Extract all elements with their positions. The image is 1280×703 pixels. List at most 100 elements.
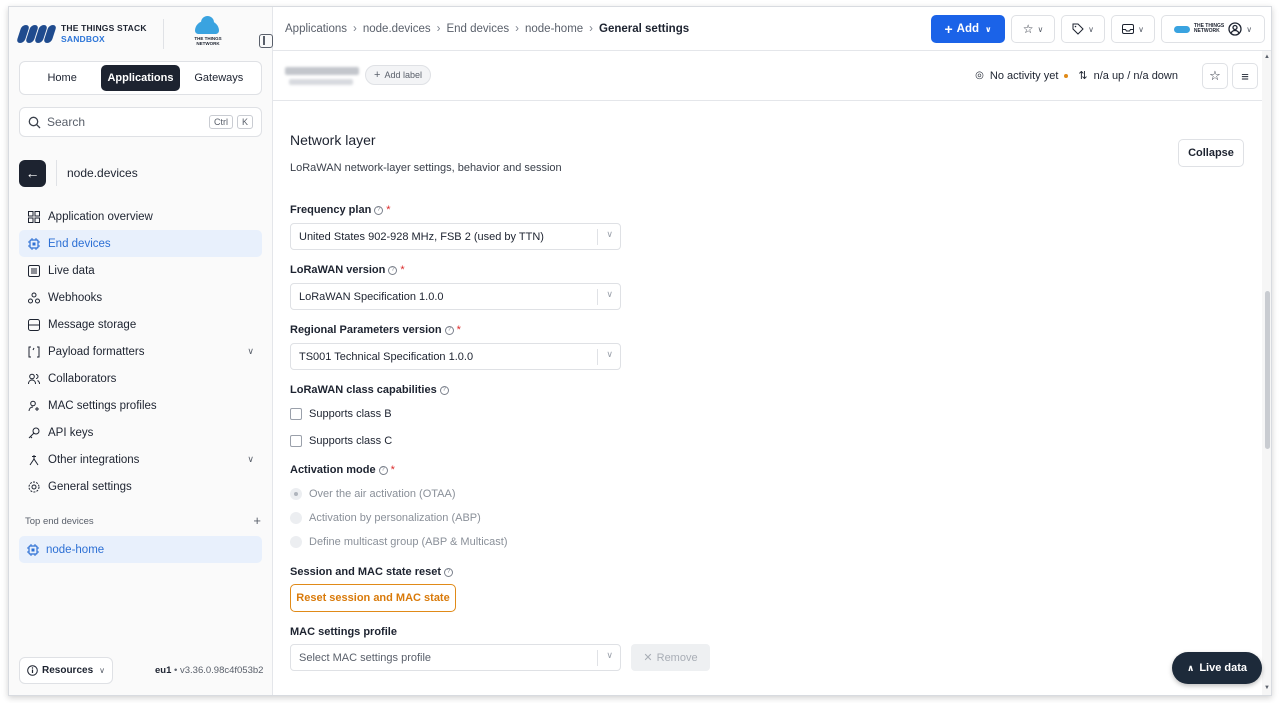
search-icon — [28, 116, 41, 128]
chevron-down-icon: ∨ — [606, 650, 613, 660]
lorawan-version-select[interactable]: LoRaWAN Specification 1.0.0 ∨ — [290, 283, 621, 310]
breadcrumb-end-devices[interactable]: End devices — [446, 23, 509, 35]
regional-params-select[interactable]: TS001 Technical Specification 1.0.0 ∨ — [290, 343, 621, 370]
required-marker: * — [386, 204, 391, 216]
top-device-item[interactable]: node-home — [19, 536, 262, 563]
frequency-plan-select[interactable]: United States 902-928 MHz, FSB 2 (used b… — [290, 223, 621, 250]
live-data-button[interactable]: ∧ Live data — [1172, 652, 1262, 684]
scroll-down-icon[interactable]: ▼ — [1264, 685, 1270, 691]
users-icon — [27, 372, 41, 386]
sidebar: THE THINGS STACK SANDBOX THE THINGS NETWO… — [9, 7, 273, 695]
device-menu-button[interactable]: ≡ — [1232, 63, 1258, 89]
reset-session-button[interactable]: Reset session and MAC state — [290, 584, 456, 612]
sidebar-collapse-icon[interactable] — [259, 34, 273, 48]
help-icon[interactable]: ? — [439, 385, 449, 395]
sidebar-item-webhooks[interactable]: Webhooks — [19, 284, 262, 311]
webhook-icon — [27, 291, 41, 305]
supports-class-b-checkbox[interactable]: Supports class B — [290, 408, 392, 420]
chevron-down-icon[interactable]: ∨ — [247, 346, 254, 357]
scroll-thumb[interactable] — [1265, 291, 1270, 449]
key-icon — [27, 426, 41, 440]
sidebar-item-payload-formatters[interactable]: Payload formatters ∨ — [19, 338, 262, 365]
tags-button[interactable]: ∨ — [1061, 15, 1105, 43]
resources-button[interactable]: Resources ∨ — [19, 657, 113, 684]
breadcrumb-application[interactable]: node.devices — [363, 23, 431, 35]
signal-icon: ◎ — [975, 70, 984, 81]
main-content: Network layer LoRaWAN network-layer sett… — [273, 102, 1262, 695]
chip-icon — [27, 543, 39, 556]
profile-button[interactable]: THE THINGS NETWORK ∨ — [1161, 15, 1265, 43]
supports-class-c-checkbox[interactable]: Supports class C — [290, 435, 392, 447]
help-icon[interactable]: ? — [388, 265, 398, 275]
chevron-down-icon: ∨ — [99, 666, 105, 675]
plus-icon: + — [374, 69, 381, 81]
sidebar-item-api-keys[interactable]: API keys — [19, 419, 262, 446]
remove-mac-profile-button[interactable]: ✕ Remove — [631, 644, 710, 671]
version-info: eu1 • v3.36.0.98c4f053b2 — [155, 665, 264, 676]
activation-mode-label: Activation mode? * — [290, 464, 395, 476]
mac-profile-select[interactable]: Select MAC settings profile ∨ — [290, 644, 621, 671]
user-plus-icon — [27, 399, 41, 413]
star-icon: ☆ — [1209, 68, 1221, 83]
sidebar-item-collaborators[interactable]: Collaborators — [19, 365, 262, 392]
sidebar-nav: Application overview End devices Live da… — [19, 203, 262, 500]
top-end-devices-header: Top end devices + — [25, 513, 261, 528]
required-marker: * — [390, 464, 395, 476]
chevron-down-icon: ∨ — [1037, 24, 1044, 34]
chevron-down-icon: ∨ — [1246, 24, 1253, 34]
breadcrumb-applications[interactable]: Applications — [285, 23, 347, 35]
sidebar-item-other-integrations[interactable]: Other integrations ∨ — [19, 446, 262, 473]
activation-abp-radio[interactable]: Activation by personalization (ABP) — [290, 512, 481, 524]
regional-params-label: Regional Parameters version? * — [290, 324, 461, 336]
breadcrumb-device[interactable]: node-home — [525, 23, 583, 35]
menu-icon: ≡ — [1241, 68, 1249, 84]
brand-logo[interactable]: THE THINGS STACK SANDBOX THE THINGS NETWO… — [16, 16, 273, 51]
add-label-button[interactable]: + Add label — [365, 65, 431, 85]
help-icon[interactable]: ? — [444, 325, 454, 335]
arrow-left-icon[interactable]: ← — [19, 159, 46, 187]
chevron-down-icon: ∨ — [606, 289, 613, 299]
help-icon[interactable]: ? — [378, 465, 388, 475]
braces-icon — [27, 345, 41, 359]
sidebar-item-message-storage[interactable]: Message storage — [19, 311, 262, 338]
chevron-up-icon: ∧ — [1187, 662, 1195, 673]
inbox-icon — [1122, 24, 1135, 34]
tab-home[interactable]: Home — [23, 65, 101, 91]
list-icon — [27, 264, 41, 278]
shortcut-key: K — [236, 115, 253, 129]
collapse-button[interactable]: Collapse — [1178, 139, 1244, 167]
help-icon[interactable]: ? — [444, 567, 453, 577]
device-name-redacted — [285, 67, 359, 75]
logo-divider — [163, 19, 164, 49]
chevron-down-icon: ∨ — [1138, 24, 1144, 34]
session-reset-label: Session and MAC state reset? — [290, 566, 453, 578]
scroll-up-icon[interactable]: ▲ — [1264, 54, 1270, 60]
gear-icon — [27, 480, 41, 494]
add-button[interactable]: + Add ∨ — [931, 15, 1005, 43]
breadcrumb-current: General settings — [599, 22, 690, 35]
activation-otaa-radio[interactable]: Over the air activation (OTAA) — [290, 488, 456, 500]
tab-gateways[interactable]: Gateways — [180, 65, 258, 91]
sidebar-item-general-settings[interactable]: General settings — [19, 473, 262, 500]
tab-applications[interactable]: Applications — [101, 65, 180, 91]
scrollbar[interactable]: ▲ ▼ — [1262, 51, 1271, 695]
help-icon[interactable]: ? — [374, 205, 384, 215]
plus-icon[interactable]: + — [253, 513, 261, 528]
sidebar-item-live-data[interactable]: Live data — [19, 257, 262, 284]
back-to-application[interactable]: ← node.devices — [19, 159, 262, 187]
sidebar-item-application-overview[interactable]: Application overview — [19, 203, 262, 230]
inbox-button[interactable]: ∨ — [1111, 15, 1155, 43]
ttn-logo-icon: THE THINGS NETWORK — [191, 16, 225, 47]
user-circle-icon — [1228, 22, 1242, 36]
sidebar-item-mac-settings-profiles[interactable]: MAC settings profiles — [19, 392, 262, 419]
application-name: node.devices — [67, 166, 138, 180]
database-icon — [27, 318, 41, 332]
chevron-down-icon[interactable]: ∨ — [247, 454, 254, 465]
bookmark-device-button[interactable]: ☆ — [1202, 63, 1228, 89]
sidebar-item-end-devices[interactable]: End devices — [19, 230, 262, 257]
activation-multicast-radio[interactable]: Define multicast group (ABP & Multicast) — [290, 536, 507, 548]
breadcrumb: Applications › node.devices › End devices ›… — [285, 22, 690, 35]
status-dot — [1064, 73, 1069, 78]
search-input[interactable]: Search Ctrl K — [19, 107, 262, 137]
bookmarks-button[interactable]: ☆ ∨ — [1011, 15, 1055, 43]
